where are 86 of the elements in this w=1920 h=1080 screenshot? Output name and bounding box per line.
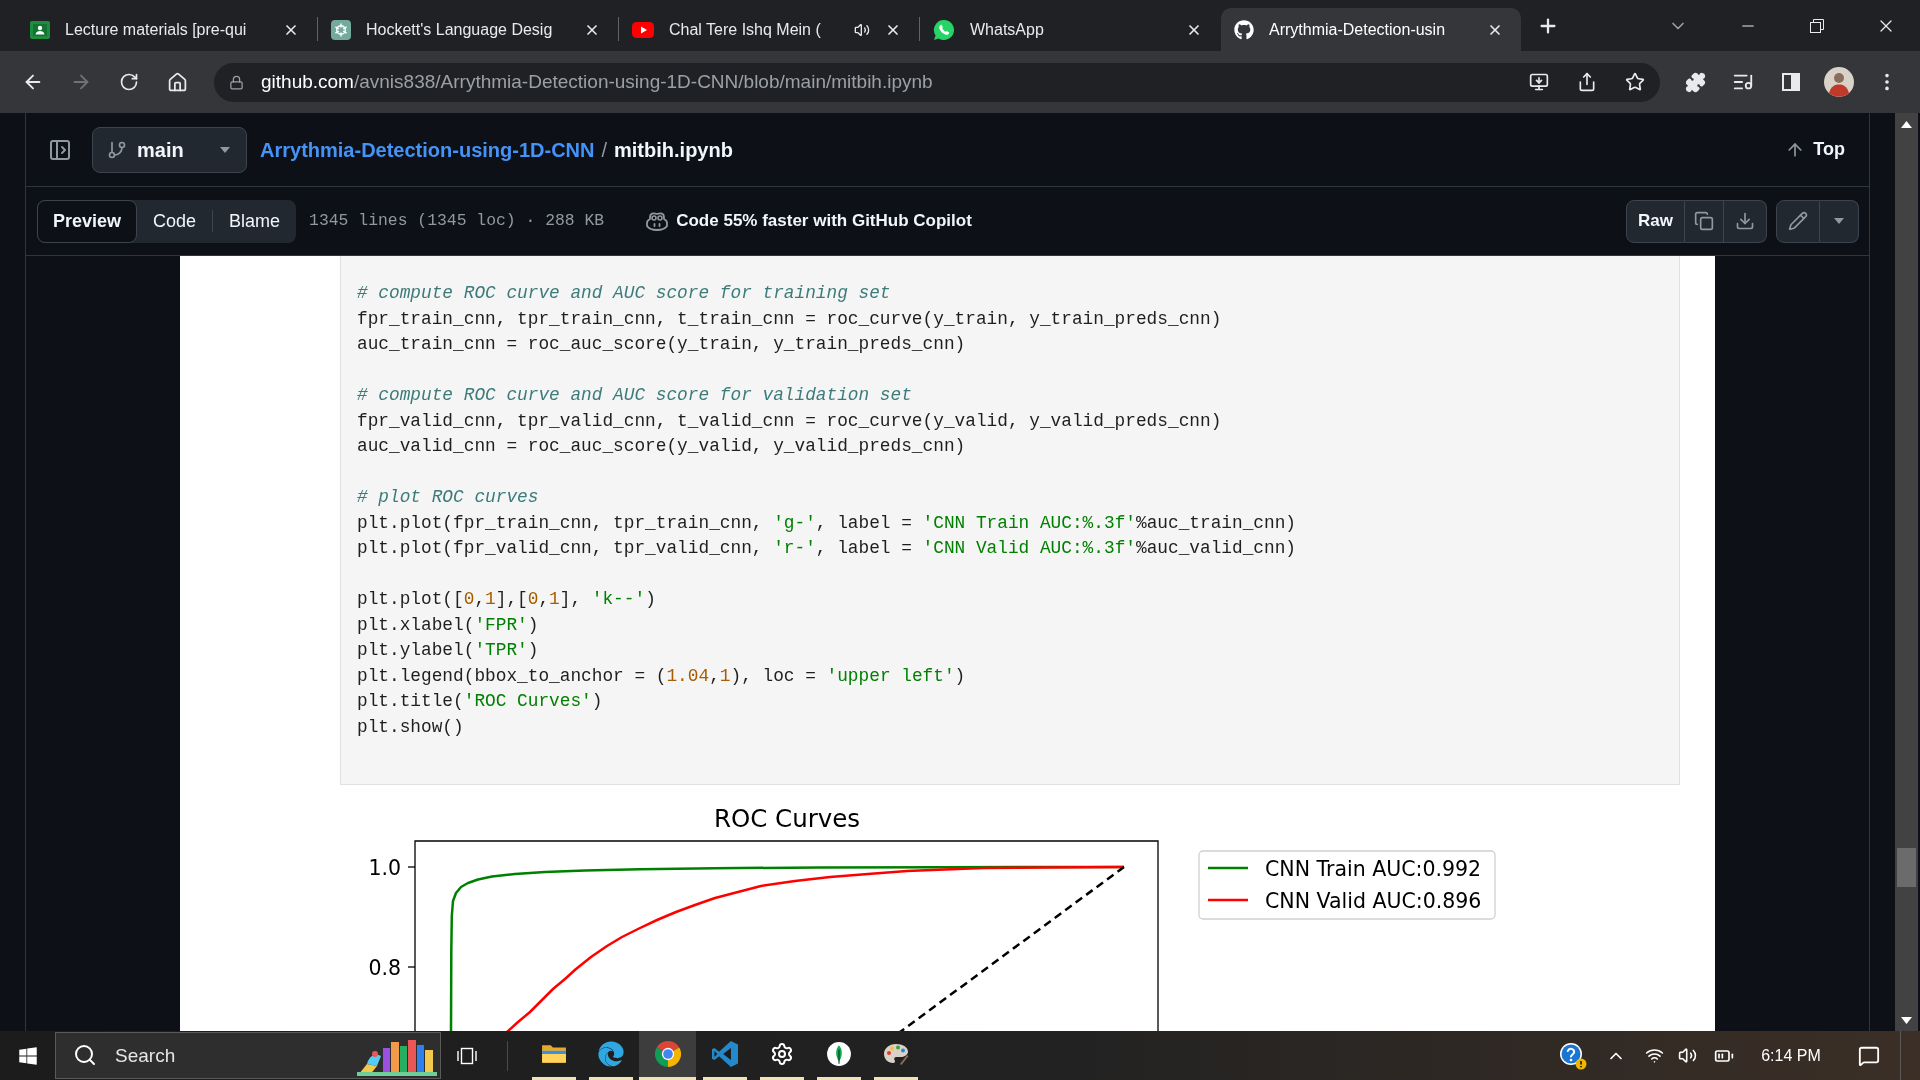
install-icon[interactable]	[1529, 72, 1549, 92]
volume-icon[interactable]	[1678, 1046, 1697, 1065]
caret-icon	[220, 146, 230, 153]
view-tab[interactable]: Code	[137, 199, 213, 243]
task-view-icon[interactable]	[456, 1045, 478, 1066]
avatar-icon[interactable]	[1824, 67, 1854, 97]
sidebar-toggle-icon[interactable]	[48, 137, 72, 162]
scroll-down-arrow-icon[interactable]	[1901, 1016, 1912, 1024]
github-logo-icon	[1234, 19, 1254, 40]
address-bar[interactable]: github.com/avnis838/Arrythmia-Detection-using-1D-CNN/blob/main/mitbih.ipynb	[214, 62, 1660, 102]
code-line: fpr_train_cnn, tpr_train_cnn, t_train_cnn = roc_curve(y_train, y_train_preds_cnn)	[357, 307, 1222, 331]
side-panel-icon[interactable]	[1782, 73, 1800, 91]
browser-tab[interactable]: Chal Tere Ishq Mein (	[619, 8, 919, 51]
code-line: fpr_valid_cnn, tpr_valid_cnn, t_valid_cnn = roc_curve(y_valid, y_valid_preds_cnn)	[357, 409, 1222, 433]
lock-icon[interactable]	[229, 74, 244, 90]
chat-ai-logo-icon	[331, 19, 351, 40]
browser-tab[interactable]: Lecture materials [pre-qui	[17, 8, 317, 51]
caret-icon	[1834, 218, 1844, 224]
home-icon[interactable]	[166, 71, 188, 93]
legend-label: CNN Train AUC:0.992	[1265, 856, 1482, 881]
clock-time[interactable]: 6:14 PM	[1761, 1043, 1821, 1068]
edit-button[interactable]	[1776, 199, 1820, 243]
view-tab[interactable]: Preview	[37, 199, 138, 243]
breadcrumb-separator: /	[601, 137, 608, 163]
code-line: plt.plot(fpr_train_cnn, tpr_train_cnn, 'g-', label = 'CNN Train AUC:%.3f'%auc_train_cnn)	[357, 511, 1297, 535]
code-line: plt.legend(bbox_to_anchor = (1.04,1), loc = 'upper left')	[357, 664, 966, 688]
file-name: mitbih.ipynb	[614, 137, 733, 163]
windows-logo-icon[interactable]	[17, 1045, 38, 1066]
restore-icon[interactable]	[1809, 18, 1824, 33]
y-tick-label: 1.0	[368, 855, 401, 880]
chrome-browser-icon	[654, 1041, 681, 1067]
code-line: plt.plot(fpr_valid_cnn, tpr_valid_cnn, 'r-', label = 'CNN Valid AUC:%.3f'%auc_valid_cnn)	[357, 537, 1297, 560]
download-button[interactable]	[1724, 199, 1767, 243]
copilot-promo-link[interactable]: Code 55% faster with GitHub Copilot	[646, 208, 972, 234]
taskbar-app-button[interactable]	[639, 1031, 696, 1080]
y-tick-mark	[407, 866, 416, 868]
code-line: plt.ylabel('TPR')	[357, 639, 539, 662]
search-icon	[73, 1043, 97, 1067]
code-line: plt.show()	[357, 715, 464, 739]
code-line: plt.xlabel('FPR')	[357, 613, 539, 637]
folder-icon	[540, 1043, 567, 1065]
top-button[interactable]: Top	[1785, 136, 1845, 163]
legend-label: CNN Valid AUC:0.896	[1265, 888, 1482, 913]
edge-browser-icon	[597, 1041, 624, 1067]
y-tick-label: 0.8	[368, 955, 401, 980]
share-icon[interactable]	[1577, 72, 1597, 92]
bookmark-star-icon[interactable]	[1625, 72, 1645, 92]
search-field[interactable]: Search	[55, 1032, 441, 1079]
code-line: # compute ROC curve and AUC score for validation set	[357, 384, 912, 407]
video-play-logo-icon	[632, 21, 654, 38]
code-line: plt.title('ROC Curves')	[357, 690, 603, 713]
scrollbar-thumb[interactable]	[1897, 848, 1916, 887]
code-editor-icon	[711, 1041, 738, 1067]
help-icon[interactable]	[1559, 1041, 1587, 1070]
pencil-icon	[1788, 211, 1808, 231]
goggles-face-icon	[646, 211, 669, 231]
extensions-icon[interactable]	[1684, 71, 1706, 93]
repo-link[interactable]: Arrythmia-Detection-using-1D-CNN	[260, 134, 595, 165]
branch-button[interactable]: main	[92, 126, 247, 173]
browser-tab[interactable]: Hockett's Language Desig	[318, 8, 618, 51]
paint-palette-icon	[882, 1042, 909, 1066]
view-tab[interactable]: Blame	[213, 199, 297, 243]
copy-icon	[1694, 211, 1714, 231]
reload-icon[interactable]	[119, 72, 139, 92]
chart-title: ROC Curves	[713, 804, 861, 833]
code-line: # plot ROC curves	[357, 486, 539, 509]
wifi-icon[interactable]	[1644, 1046, 1664, 1065]
notifications-icon[interactable]	[1858, 1044, 1880, 1067]
code-line: plt.plot([0,1],[0,1], 'k--')	[357, 588, 656, 611]
browser-tab[interactable]: Arrythmia-Detection-usin	[1221, 8, 1521, 51]
scroll-up-arrow-icon[interactable]	[1901, 120, 1912, 128]
branch-icon	[107, 139, 127, 160]
browser-tab[interactable]: WhatsApp	[920, 8, 1220, 51]
download-icon	[1735, 211, 1755, 231]
speaker-icon[interactable]	[854, 21, 870, 38]
code-line: auc_train_cnn = roc_auc_score(y_train, y_train_preds_cnn)	[357, 333, 966, 356]
code-line: # compute ROC curve and AUC score for training set	[357, 282, 891, 305]
code-line: auc_valid_cnn = roc_auc_score(y_valid, y_valid_preds_cnn)	[357, 435, 966, 458]
chat-bubble-phone-icon	[933, 18, 955, 41]
person-board-icon	[30, 20, 50, 39]
leaf-icon	[825, 1041, 852, 1067]
file-stats: 1345 lines (1345 loc) · 288 KB	[309, 209, 605, 232]
y-tick-mark	[407, 966, 416, 968]
copy-button[interactable]	[1685, 199, 1724, 243]
raw-button[interactable]: Raw	[1626, 199, 1685, 243]
gear-icon	[769, 1042, 794, 1066]
